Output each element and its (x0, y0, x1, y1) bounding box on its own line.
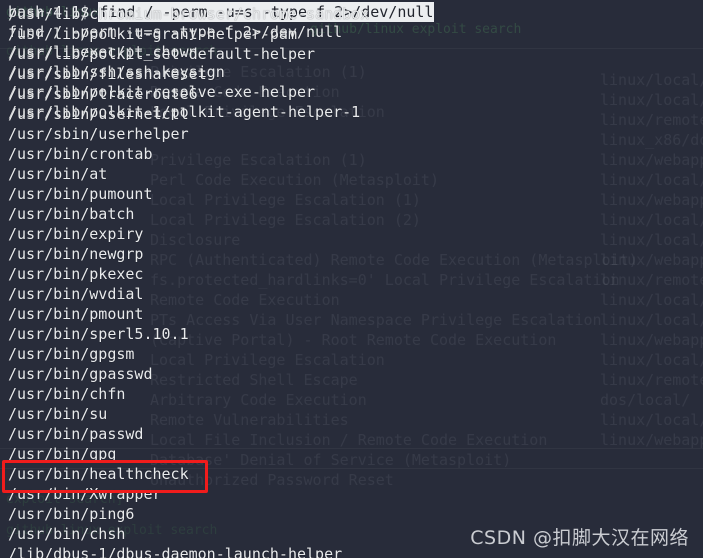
output-line: /usr/bin/gpgsm (8, 345, 135, 363)
output-line: /usr/bin/chfn (8, 385, 126, 403)
output-line-healthcheck: /usr/bin/healthcheck (8, 465, 189, 483)
terminal-output[interactable]: bash-4.1$ find / -perm -u=s -type f 2>/d… (0, 0, 703, 558)
output-line: /usr/sbin/fileshareset (8, 65, 207, 83)
output-line: /usr/bin/ping6 (8, 505, 135, 523)
output-line: /usr/bin/expiry (8, 225, 144, 243)
output-line: /usr/bin/batch (8, 205, 135, 223)
output-line: /usr/lib/polkit-set-default-helper (8, 45, 316, 63)
ghost-desc-row: Database' Denial of Service (Metasploit) (150, 451, 512, 469)
output-line: /usr/bin/wvdial (8, 285, 144, 303)
output-line: /usr/bin/newgrp (8, 245, 144, 263)
output-line: /usr/bin/at (8, 165, 108, 183)
output-line: /usr/bin/pkexec (8, 265, 144, 283)
output-line: /usr/bin/sperl5.10.1 (8, 325, 189, 343)
output-line: /usr/bin/Xwrapper (8, 485, 162, 503)
terminal-window[interactable]: github linux exploit search github/linux… (0, 0, 703, 558)
output-line: /usr/lib/polkit-grant-helper-pam (8, 25, 297, 43)
output-line: /usr/bin/pmount (8, 305, 144, 323)
output-line: /usr/bin/crontab (8, 145, 153, 163)
output-line: /usr/bin/gpasswd (8, 365, 153, 383)
output-line: /usr/sbin/usernetctl (8, 105, 189, 123)
output-line: /usr/bin/pumount (8, 185, 153, 203)
output-line: /usr/bin/gpg (8, 445, 117, 463)
output-line: /usr/lib/chromium-browser/chrome-sandbox (8, 5, 370, 23)
csdn-watermark: CSDN @扣脚大汉在网络 (470, 527, 689, 549)
output-line: /usr/bin/passwd (8, 425, 144, 443)
output-line: /usr/bin/su (8, 405, 108, 423)
output-line: /usr/bin/chsh (8, 525, 126, 543)
output-line: /lib/dbus-1/dbus-daemon-launch-helper (8, 545, 343, 558)
output-line: /usr/sbin/traceroute6 (8, 85, 198, 103)
output-line: /usr/sbin/userhelper (8, 125, 189, 143)
